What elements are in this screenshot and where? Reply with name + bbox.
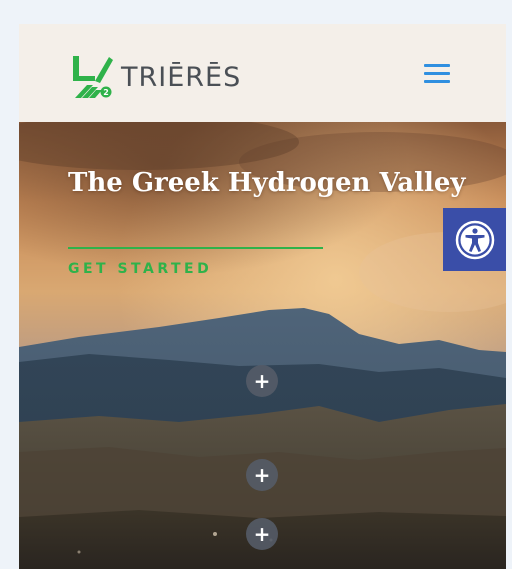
site-logo[interactable]: 2 TRIĒRĒS xyxy=(69,54,241,100)
hero-title: The Greek Hydrogen Valley xyxy=(68,168,466,198)
accessibility-toolbar-button[interactable] xyxy=(443,208,506,271)
hero-section: The Greek Hydrogen Valley GET STARTED + … xyxy=(19,122,506,569)
hamburger-menu-icon[interactable] xyxy=(424,64,452,86)
cta-divider xyxy=(68,247,323,249)
page-frame: 2 TRIĒRĒS The Greek Hydrogen Valley GET … xyxy=(19,24,506,569)
svg-text:2: 2 xyxy=(103,88,109,97)
hotspot-button-2[interactable]: + xyxy=(246,459,278,491)
get-started-link[interactable]: GET STARTED xyxy=(68,261,212,277)
brand-name: TRIĒRĒS xyxy=(121,61,242,93)
accessibility-icon xyxy=(455,220,495,260)
hotspot-button-1[interactable]: + xyxy=(246,365,278,397)
hotspot-button-3[interactable]: + xyxy=(246,518,278,550)
trieres-logo-icon: 2 xyxy=(73,56,113,98)
site-header: 2 TRIĒRĒS xyxy=(19,24,506,122)
